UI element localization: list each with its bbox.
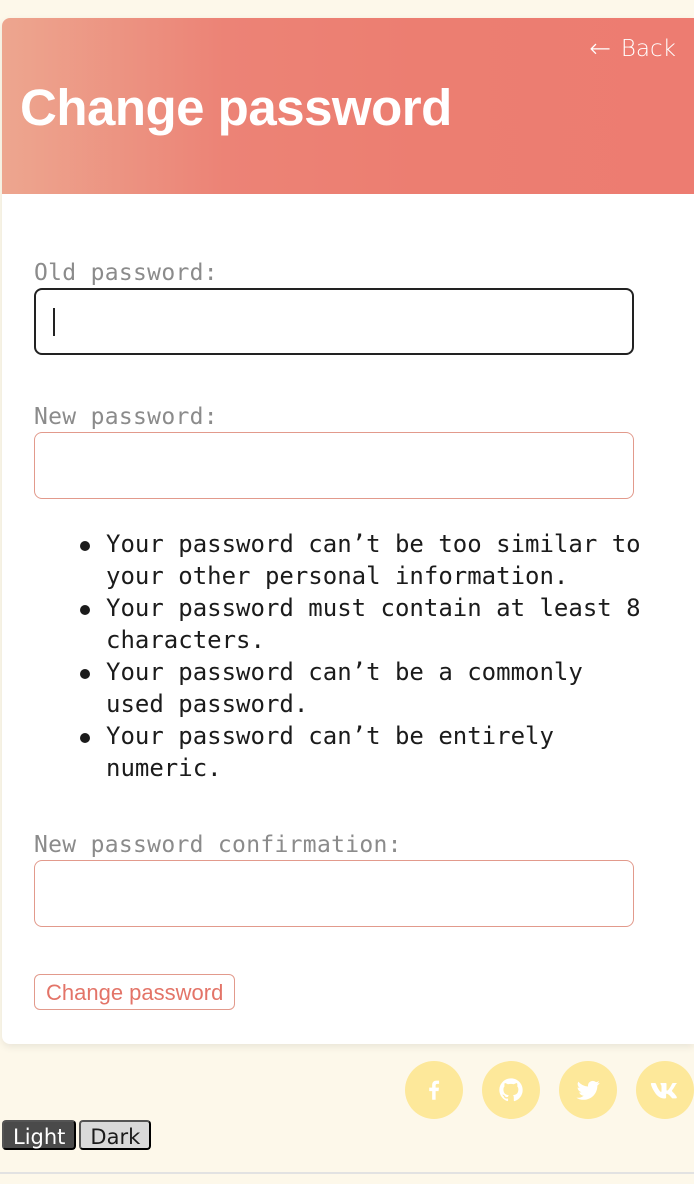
help-item: Your password can’t be entirely numeric. (72, 720, 652, 784)
new-password-label: New password: (34, 404, 218, 430)
back-link[interactable]: ← Back (589, 36, 676, 62)
old-password-input[interactable] (34, 288, 634, 355)
text-caret (53, 308, 55, 336)
facebook-link[interactable] (405, 1061, 463, 1119)
vk-link[interactable] (636, 1061, 694, 1119)
github-link[interactable] (482, 1061, 540, 1119)
twitter-icon (576, 1080, 600, 1100)
confirm-password-group: New password confirmation: (34, 830, 634, 927)
old-password-group: Old password: (34, 258, 634, 355)
confirm-password-label: New password confirmation: (34, 832, 402, 858)
new-password-group: New password: (34, 402, 634, 499)
password-help-list: Your password can’t be too similar to yo… (72, 528, 652, 784)
theme-dark-button[interactable]: Dark (79, 1120, 152, 1150)
footer-divider (0, 1172, 694, 1174)
social-links (405, 1061, 694, 1119)
github-icon (499, 1078, 523, 1102)
help-item: Your password can’t be too similar to yo… (72, 528, 652, 592)
confirm-password-input[interactable] (34, 860, 634, 927)
help-item: Your password must contain at least 8 ch… (72, 592, 652, 656)
old-password-label: Old password: (34, 260, 218, 286)
vk-icon (650, 1083, 678, 1099)
facebook-icon (429, 1080, 440, 1100)
page-header: ← Back Change password (2, 18, 694, 194)
theme-light-button[interactable]: Light (2, 1120, 77, 1150)
back-label: Back (620, 36, 676, 62)
change-password-button[interactable]: Change password (34, 974, 236, 1010)
twitter-link[interactable] (559, 1061, 617, 1119)
help-item: Your password can’t be a commonly used p… (72, 656, 652, 720)
new-password-input[interactable] (34, 432, 634, 499)
theme-switcher: Light Dark (2, 1120, 152, 1150)
arrow-left-icon: ← (589, 34, 611, 64)
page-title: Change password (20, 79, 452, 136)
